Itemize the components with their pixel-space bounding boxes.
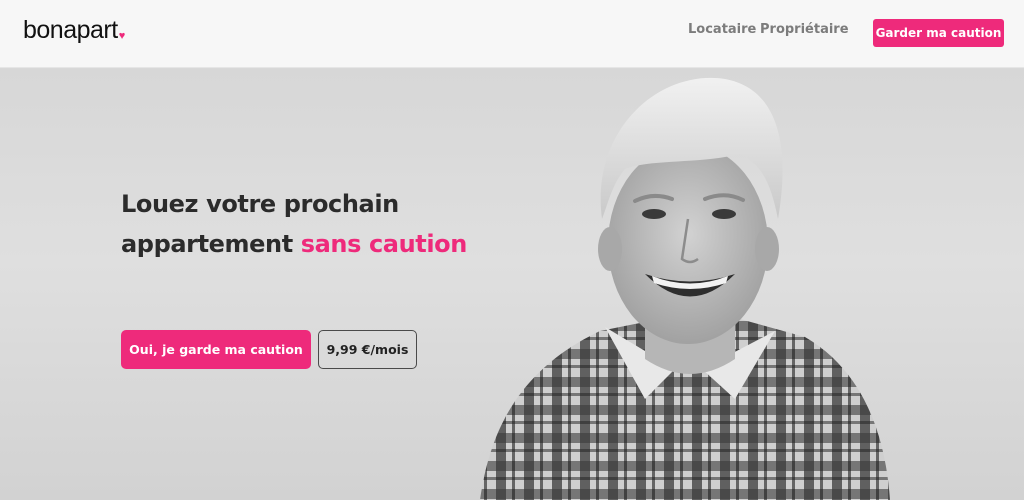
nav-link-proprietaire[interactable]: Propriétaire <box>760 22 849 37</box>
garder-ma-caution-button[interactable]: Garder ma caution <box>873 19 1004 47</box>
keep-deposit-button[interactable]: Oui, je garde ma caution <box>121 330 311 369</box>
top-navigation-bar: bonapart♥ Locataire Propriétaire Garder … <box>0 0 1024 68</box>
bonapart-logo[interactable]: bonapart♥ <box>23 16 125 45</box>
nav-link-locataire[interactable]: Locataire <box>688 22 756 37</box>
hero-section: Louez votre prochain appartement sans ca… <box>0 69 1024 500</box>
hero-headline: Louez votre prochain appartement sans ca… <box>121 184 481 264</box>
logo-text: bonapart <box>23 16 118 44</box>
price-badge: 9,99 €/mois <box>318 330 417 369</box>
headline-line-2: appartement <box>121 230 301 258</box>
headline-line-1: Louez votre prochain <box>121 190 399 218</box>
woman-portrait-photo <box>480 77 890 500</box>
heart-icon: ♥ <box>118 30 126 42</box>
